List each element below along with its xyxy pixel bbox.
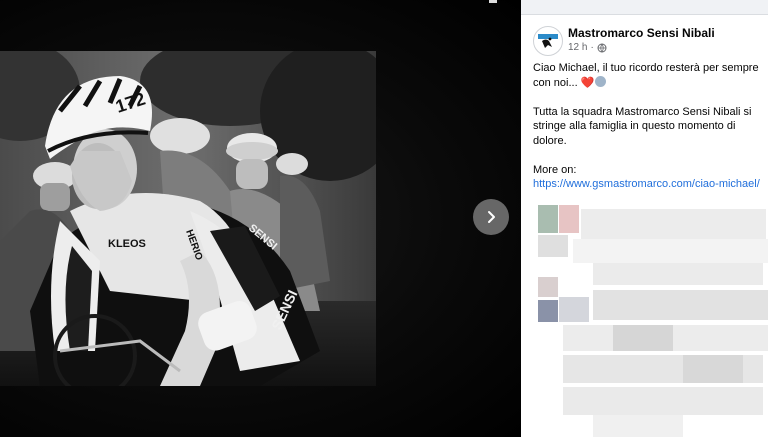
post-side-panel: Mastromarco Sensi Nibali 12 h · Ciao Mic…	[521, 0, 768, 437]
blur-block	[593, 415, 683, 437]
post-message-line: Ciao Michael, il tuo ricordo resterà per…	[533, 62, 759, 89]
post-link[interactable]: https://www.gsmastromarco.com/ciao-micha…	[533, 178, 760, 190]
blur-block	[538, 300, 558, 322]
blur-block	[683, 355, 743, 383]
heart-emoji: ❤️	[580, 76, 595, 89]
chevron-right-icon	[488, 211, 495, 223]
blur-block	[538, 205, 558, 233]
blur-block	[581, 209, 766, 239]
viewer-top-indicator	[489, 0, 497, 3]
blur-block	[559, 205, 579, 233]
cyclists-photo-illustration: 172 KLEOS HERIO SENSI SENSI	[0, 51, 376, 386]
more-on-label: More on:	[533, 163, 577, 176]
post-paragraph-2: Tutta la squadra Mastromarco Sensi Nibal…	[533, 105, 752, 147]
blur-block	[538, 235, 568, 257]
blur-block	[593, 263, 763, 285]
team-logo-icon	[538, 34, 558, 48]
sponsor-text-1: KLEOS	[108, 238, 146, 250]
blur-block	[573, 239, 768, 263]
page-avatar[interactable]	[533, 26, 563, 56]
post-photo[interactable]: 172 KLEOS HERIO SENSI SENSI	[0, 51, 376, 386]
blurred-comments-area	[533, 205, 768, 437]
hugging-emoji-icon	[595, 75, 607, 87]
meta-separator: ·	[590, 42, 594, 53]
panel-top-bar	[521, 0, 768, 15]
blur-block	[593, 290, 768, 320]
photo-viewer: 172 KLEOS HERIO SENSI SENSI	[0, 0, 521, 437]
blur-block	[613, 325, 673, 351]
blur-block	[563, 387, 763, 415]
post-meta: 12 h ·	[568, 42, 607, 53]
next-photo-button[interactable]	[473, 199, 509, 235]
post-paragraph-1: Ciao Michael, il tuo ricordo resterà per…	[533, 61, 765, 90]
post-message: Ciao Michael, il tuo ricordo resterà per…	[533, 61, 765, 192]
page-name[interactable]: Mastromarco Sensi Nibali	[568, 26, 715, 40]
globe-icon	[597, 43, 607, 52]
blur-block	[538, 277, 558, 297]
post-time[interactable]: 12 h	[568, 42, 587, 53]
blur-block	[559, 297, 589, 322]
